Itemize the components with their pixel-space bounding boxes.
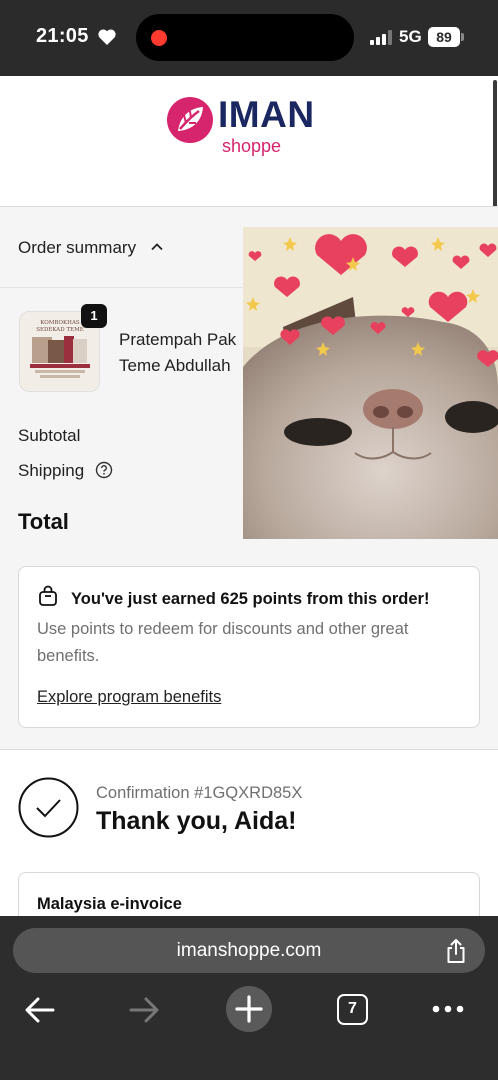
tab-switcher-button[interactable]: 7 bbox=[337, 994, 368, 1025]
more-options-icon[interactable] bbox=[432, 1004, 464, 1014]
signal-strength-icon bbox=[370, 30, 392, 45]
leaf-logo-icon bbox=[167, 97, 213, 143]
back-arrow-icon[interactable] bbox=[24, 996, 56, 1024]
thank-you-heading: Thank you, Aida! bbox=[96, 807, 297, 835]
thumbnail-text-2: SEDEKAD TEME bbox=[36, 327, 84, 333]
status-time: 21:05 bbox=[36, 25, 89, 47]
new-tab-plus-icon[interactable] bbox=[226, 986, 272, 1032]
status-bar: 21:05 5G 89 bbox=[0, 0, 498, 76]
e-invoice-title: Malaysia e-invoice bbox=[37, 895, 182, 913]
check-circle-icon bbox=[18, 777, 79, 838]
brand-name: IMAN bbox=[218, 94, 315, 135]
battery-tip bbox=[461, 33, 464, 41]
total-label: Total bbox=[18, 509, 69, 534]
network-type: 5G bbox=[399, 27, 422, 46]
thumbnail-text-1: KOMBOKHAS bbox=[40, 320, 80, 326]
cat-sticker-image bbox=[243, 227, 498, 539]
question-circle-icon[interactable] bbox=[95, 461, 113, 479]
subtotal-label: Subtotal bbox=[18, 426, 81, 445]
e-invoice-card[interactable]: Malaysia e-invoice bbox=[18, 872, 480, 916]
points-card: You've just earned 625 points from this … bbox=[18, 566, 480, 728]
order-summary-label: Order summary bbox=[18, 238, 137, 257]
share-icon[interactable] bbox=[444, 938, 468, 964]
address-bar[interactable]: imanshoppe.com bbox=[13, 928, 485, 973]
forward-arrow-icon[interactable] bbox=[128, 996, 160, 1024]
points-title: You've just earned 625 points from this … bbox=[71, 590, 430, 608]
confirmation-number: Confirmation #1GQXRD85X bbox=[96, 784, 303, 802]
explore-benefits-link[interactable]: Explore program benefits bbox=[37, 688, 221, 707]
dynamic-island bbox=[136, 14, 354, 61]
recording-indicator-icon bbox=[151, 30, 167, 46]
browser-toolbar: imanshoppe.com 7 bbox=[0, 916, 498, 1080]
battery-icon: 89 bbox=[428, 27, 464, 47]
product-name: Pratempah Pak Teme Abdullah bbox=[119, 327, 243, 379]
shopping-bag-icon bbox=[39, 585, 57, 606]
brand-subname: shoppe bbox=[222, 136, 282, 156]
battery-level: 89 bbox=[428, 27, 460, 47]
points-description: Use points to redeem for discounts and o… bbox=[37, 620, 409, 665]
chevron-up-icon bbox=[151, 243, 163, 251]
quantity-badge: 1 bbox=[81, 304, 107, 328]
url-text: imanshoppe.com bbox=[176, 940, 322, 961]
product-name-line-2: Teme Abdullah bbox=[119, 356, 231, 375]
product-name-line-1: Pratempah Pak bbox=[119, 330, 237, 349]
site-header: IMAN shoppe bbox=[0, 76, 498, 207]
brand-logo[interactable]: IMAN shoppe bbox=[166, 94, 336, 160]
heart-icon bbox=[98, 29, 116, 45]
shipping-label: Shipping bbox=[18, 461, 85, 480]
